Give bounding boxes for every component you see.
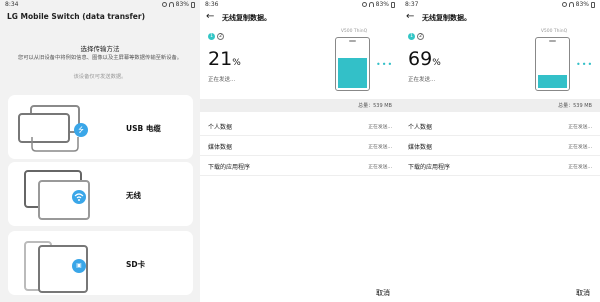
status-time: 8:34 [5, 1, 19, 8]
list-item-label: 媒体数据 [408, 144, 433, 151]
list-item-label: 个人数据 [408, 124, 433, 131]
phone-progress-icon [535, 37, 570, 91]
alarm-icon [561, 2, 567, 7]
transfer-dots-icon: ••• [576, 60, 594, 69]
list-item-status: 正在发送... [568, 125, 592, 130]
list-item: 个人数据 正在发送... [200, 116, 400, 136]
device-model: V500 ThinQ [540, 29, 568, 34]
wifi-status-icon [568, 2, 574, 7]
percent-sign: % [232, 58, 241, 68]
sending-status: 正在发送... [408, 77, 436, 83]
step-indicator: 1 2 [208, 33, 224, 40]
phone-notch [549, 40, 556, 42]
total-size: 总量：539 MB [558, 103, 592, 109]
step-indicator: 1 2 [408, 33, 424, 40]
battery-icon [191, 1, 195, 8]
sd-card-icon: ▣ [72, 259, 86, 273]
send-only-note: 该设备仅可发送数据。 [73, 74, 127, 80]
list-item-status: 正在发送... [368, 165, 392, 170]
sending-status: 正在发送... [208, 77, 236, 83]
phone-notch [349, 40, 356, 42]
list-item-status: 正在发送... [368, 145, 392, 150]
percent-value: 69 [408, 48, 433, 70]
sd-card-label: SD卡 [126, 260, 146, 269]
battery-percent: 83% [575, 1, 589, 8]
usb-cable-option[interactable]: ⭍ USB 电缆 [8, 95, 193, 159]
cancel-button[interactable]: 取消 [576, 288, 590, 298]
cable-icon [31, 137, 79, 152]
usb-icon: ⭍ [74, 123, 88, 137]
list-item-status: 正在发送... [368, 125, 392, 130]
list-item: 下载的应用程序 正在发送... [400, 156, 600, 176]
list-item-status: 正在发送... [568, 145, 592, 150]
device-model: V500 ThinQ [340, 29, 368, 34]
list-item: 媒体数据 正在发送... [400, 136, 600, 156]
back-arrow-icon[interactable]: ← [406, 11, 414, 23]
page-heading: 选择传输方法 [80, 45, 120, 53]
battery-icon [391, 1, 395, 8]
wifi-glyph [74, 193, 84, 201]
list-item: 个人数据 正在发送... [400, 116, 600, 136]
alarm-icon [361, 2, 367, 7]
list-item-label: 下载的应用程序 [208, 164, 251, 171]
percent-sign: % [432, 58, 441, 68]
status-bar: 8:34 83% [0, 0, 200, 9]
transfer-screen-21: 8:36 83% ← 无线复制数据。 1 2 21% 正在发送... V500 … [200, 0, 400, 302]
total-size: 总量：539 MB [358, 103, 392, 109]
app-title: LG Mobile Switch (data transfer) [7, 12, 145, 21]
wifi-icon [72, 190, 86, 204]
list-item: 媒体数据 正在发送... [200, 136, 400, 156]
phone-progress-icon [335, 37, 370, 91]
alarm-icon [161, 2, 167, 7]
step-1: 1 [208, 33, 215, 40]
wireless-label: 无线 [126, 191, 141, 200]
transfer-dots-icon: ••• [376, 60, 394, 69]
battery-percent: 83% [375, 1, 389, 8]
progress-percent: 21% [208, 48, 241, 70]
phone-progress-fill [538, 75, 567, 88]
sd-card-option[interactable]: ▣ SD卡 [8, 231, 193, 295]
battery-percent: 83% [175, 1, 189, 8]
page-description: 您可以从旧设备中将例如信息、图像以及主屏幕等数据传输至新设备。 [17, 55, 183, 61]
wifi-status-icon [168, 2, 174, 7]
battery-icon [591, 1, 595, 8]
list-item-label: 个人数据 [208, 124, 233, 131]
step-1: 1 [408, 33, 415, 40]
status-bar: 8:36 83% [200, 0, 400, 9]
step-2: 2 [217, 33, 224, 40]
usb-cable-label: USB 电缆 [126, 124, 161, 133]
cancel-button[interactable]: 取消 [376, 288, 390, 298]
progress-percent: 69% [408, 48, 441, 70]
step-2: 2 [417, 33, 424, 40]
wireless-option[interactable]: 无线 [8, 162, 193, 226]
list-item-label: 下载的应用程序 [408, 164, 451, 171]
status-time: 8:37 [405, 1, 419, 8]
status-time: 8:36 [205, 1, 219, 8]
wifi-status-icon [368, 2, 374, 7]
transfer-screen-69: 8:37 83% ← 无线复制数据。 1 2 69% 正在发送... V500 … [400, 0, 600, 302]
method-screen: 8:34 83% LG Mobile Switch (data transfer… [0, 0, 200, 302]
header: ← 无线复制数据。 [200, 9, 400, 27]
phone-progress-fill [338, 58, 367, 88]
percent-value: 21 [208, 48, 233, 70]
header: ← 无线复制数据。 [400, 9, 600, 27]
page-title: 无线复制数据。 [422, 14, 471, 22]
status-bar: 8:37 83% [400, 0, 600, 9]
list-item-label: 媒体数据 [208, 144, 233, 151]
page-title: 无线复制数据。 [222, 14, 271, 22]
back-arrow-icon[interactable]: ← [206, 11, 214, 23]
list-item: 下载的应用程序 正在发送... [200, 156, 400, 176]
list-item-status: 正在发送... [568, 165, 592, 170]
